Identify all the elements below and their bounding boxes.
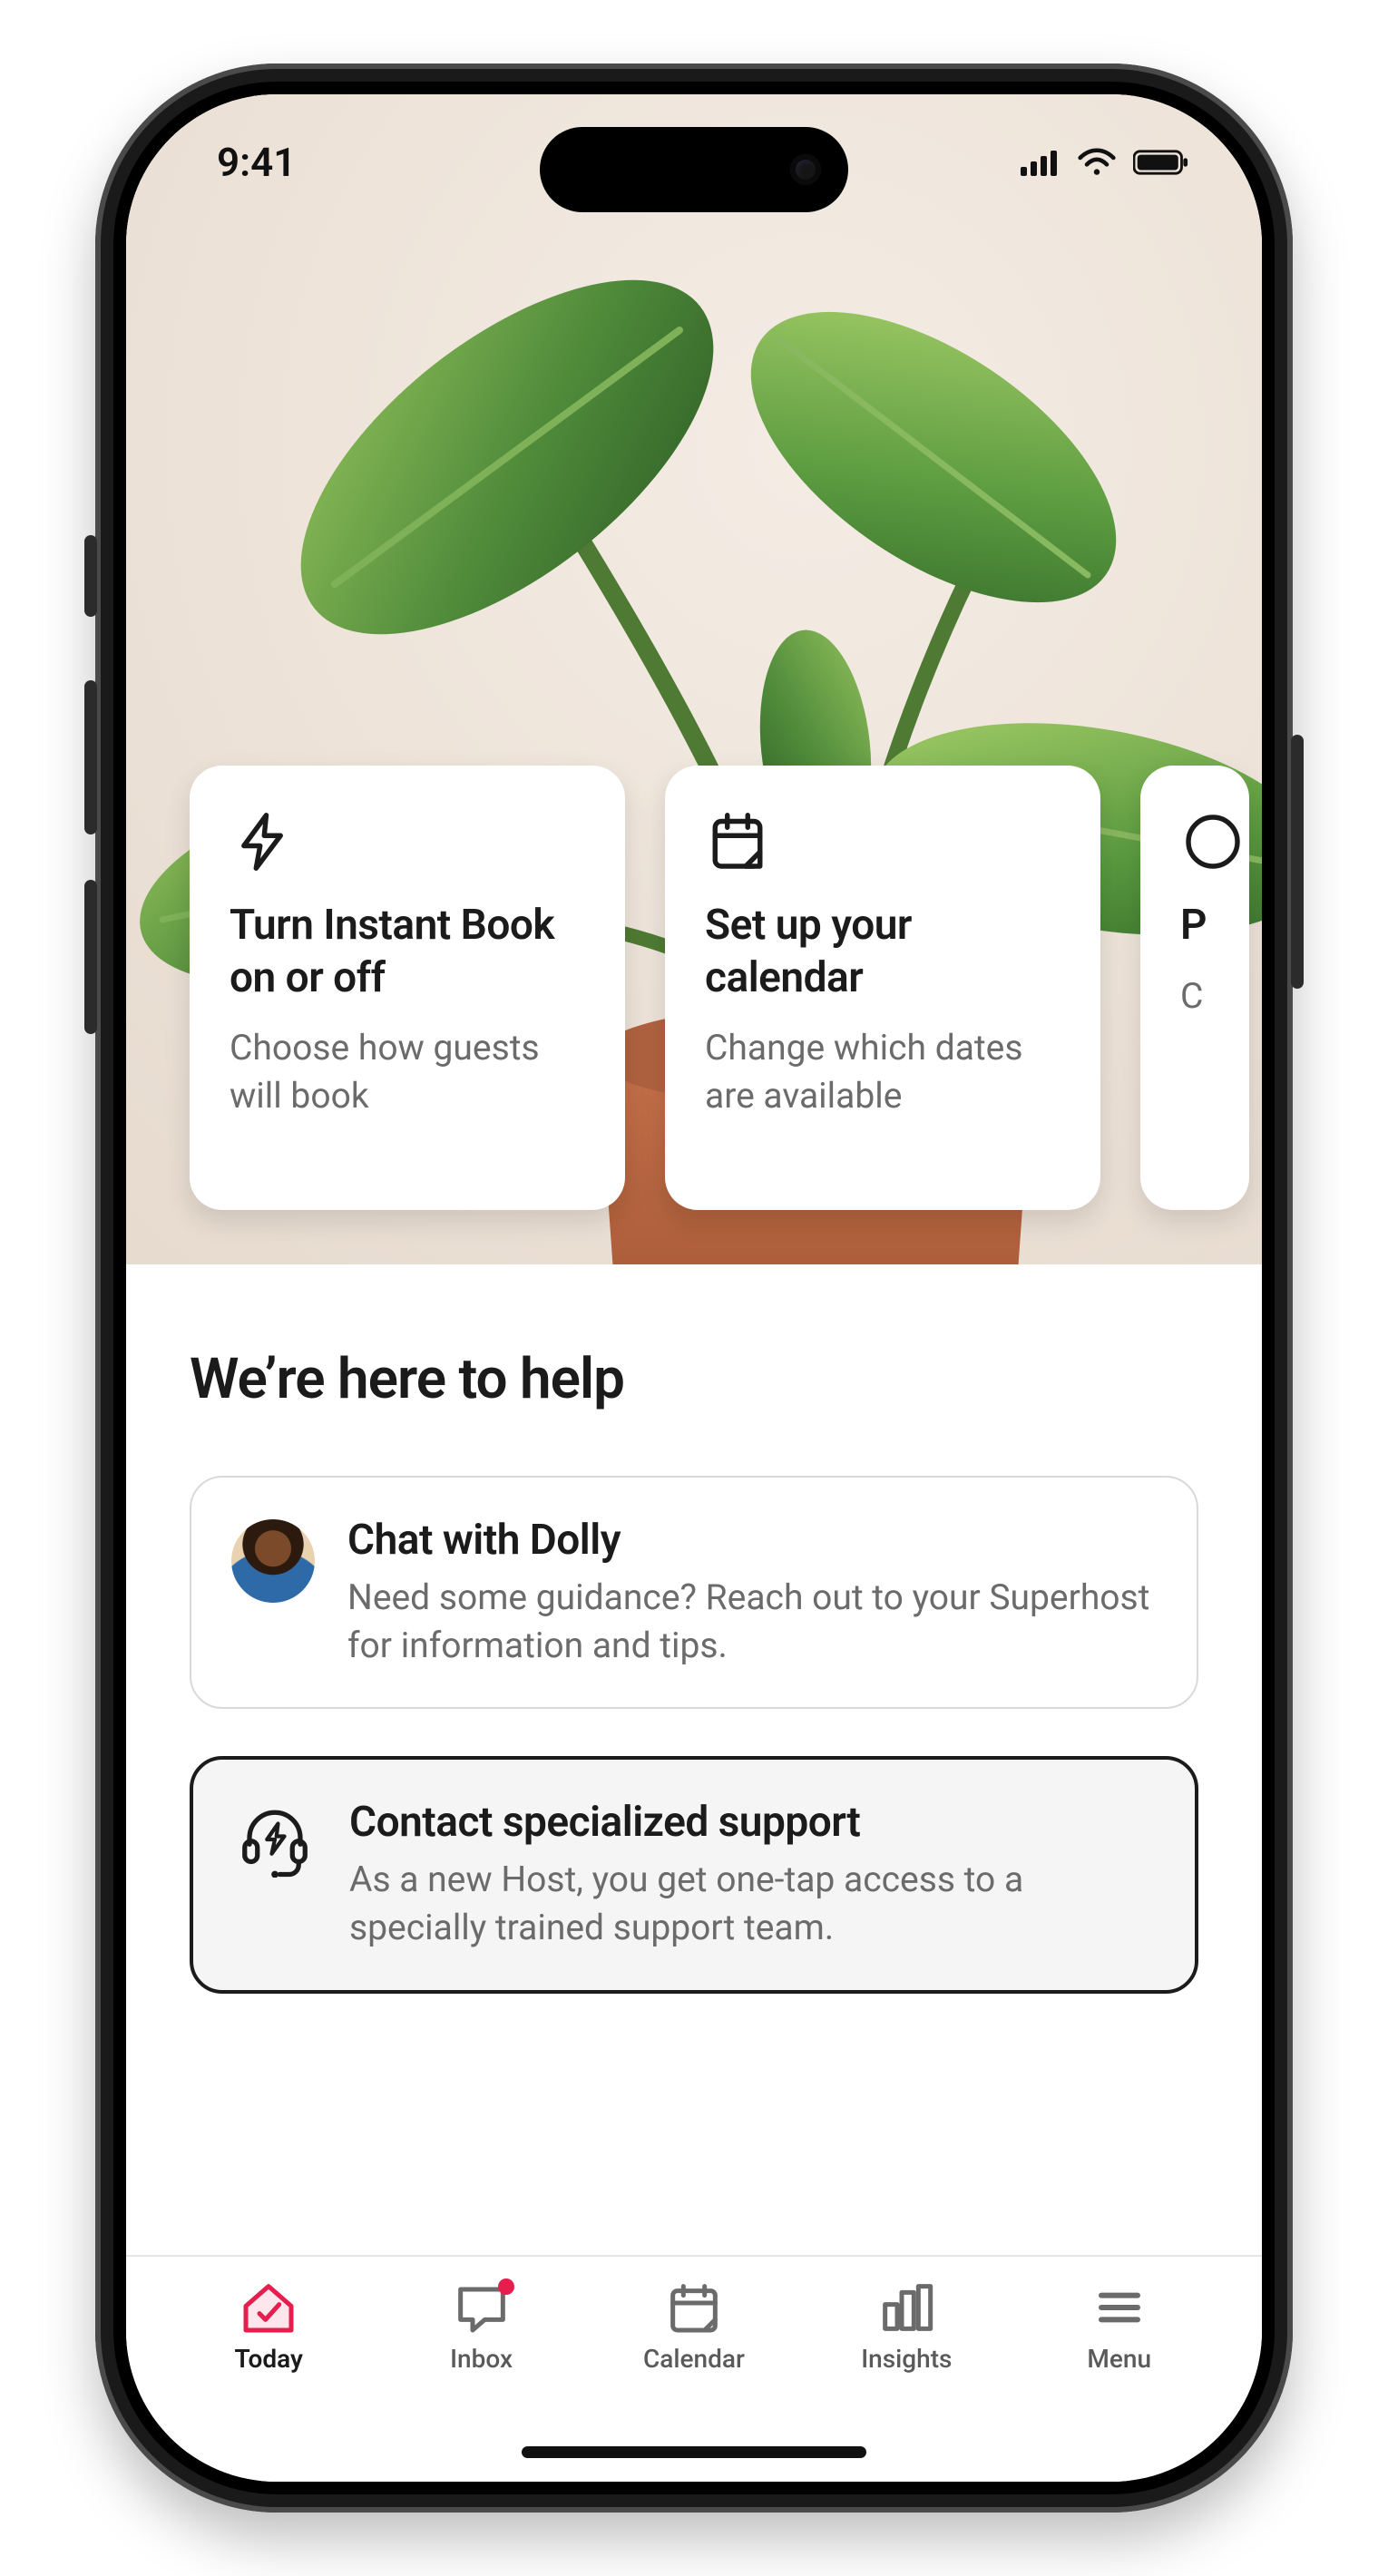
card-body: Need some guidance? Reach out to your Su… xyxy=(347,1574,1157,1669)
section-heading: We’re here to help xyxy=(190,1346,1198,1412)
card-title: Turn Instant Book on or off xyxy=(230,900,585,1004)
wifi-icon xyxy=(1077,148,1117,178)
battery-icon xyxy=(1133,149,1189,176)
card-subtitle: Change which dates are available xyxy=(705,1024,1061,1119)
tab-menu[interactable]: Menu xyxy=(1038,2280,1201,2374)
calendar-icon xyxy=(663,2280,725,2335)
side-button xyxy=(1291,735,1304,989)
chat-icon xyxy=(451,2280,513,2335)
card-subtitle: Choose how guests will book xyxy=(230,1024,585,1119)
cellular-icon xyxy=(1021,149,1061,176)
tab-insights[interactable]: Insights xyxy=(825,2280,988,2374)
card-instant-book[interactable]: Turn Instant Book on or off Choose how g… xyxy=(190,766,625,1210)
peek-icon xyxy=(1180,809,1249,900)
side-button xyxy=(84,535,97,617)
tab-today[interactable]: Today xyxy=(187,2280,350,2374)
card-setup-calendar[interactable]: Set up your calendar Change which dates … xyxy=(665,766,1100,1210)
quick-action-carousel[interactable]: Turn Instant Book on or off Choose how g… xyxy=(190,766,1249,1210)
card-title: P xyxy=(1180,900,1249,952)
tab-label: Insights xyxy=(861,2344,952,2374)
card-title: Chat with Dolly xyxy=(347,1516,1157,1565)
side-button xyxy=(84,880,97,1034)
screen: 9:41 xyxy=(126,94,1262,2482)
tab-label: Inbox xyxy=(450,2344,513,2374)
device-frame: 9:41 xyxy=(95,63,1293,2513)
card-title: Set up your calendar xyxy=(705,900,1061,1004)
bolt-icon xyxy=(230,809,585,900)
calendar-fold-icon xyxy=(705,809,1061,900)
home-indicator[interactable] xyxy=(522,2446,866,2458)
tab-label: Menu xyxy=(1087,2344,1151,2374)
tab-calendar[interactable]: Calendar xyxy=(612,2280,776,2374)
tab-label: Today xyxy=(234,2344,302,2374)
card-subtitle: C xyxy=(1180,972,1249,1020)
card-chat-superhost[interactable]: Chat with Dolly Need some guidance? Reac… xyxy=(190,1476,1198,1709)
tab-inbox[interactable]: Inbox xyxy=(400,2280,563,2374)
status-time: 9:41 xyxy=(217,139,296,186)
card-body: As a new Host, you get one-tap access to… xyxy=(349,1856,1155,1951)
side-button xyxy=(84,680,97,834)
card-peek[interactable]: P C xyxy=(1140,766,1249,1210)
bars-icon xyxy=(875,2280,937,2335)
status-indicators xyxy=(1021,148,1189,178)
menu-icon xyxy=(1089,2280,1150,2335)
hero-banner: Turn Instant Book on or off Choose how g… xyxy=(126,94,1262,1264)
main-content: We’re here to help Chat with Dolly Need … xyxy=(126,1264,1262,1994)
headset-bolt-icon xyxy=(233,1801,317,1878)
card-contact-support[interactable]: Contact specialized support As a new Hos… xyxy=(190,1756,1198,1993)
dynamic-island xyxy=(540,127,848,212)
tab-label: Calendar xyxy=(643,2344,745,2374)
badge-dot xyxy=(498,2278,514,2295)
avatar xyxy=(231,1519,315,1603)
card-title: Contact specialized support xyxy=(349,1798,1155,1847)
home-check-icon xyxy=(238,2280,299,2335)
